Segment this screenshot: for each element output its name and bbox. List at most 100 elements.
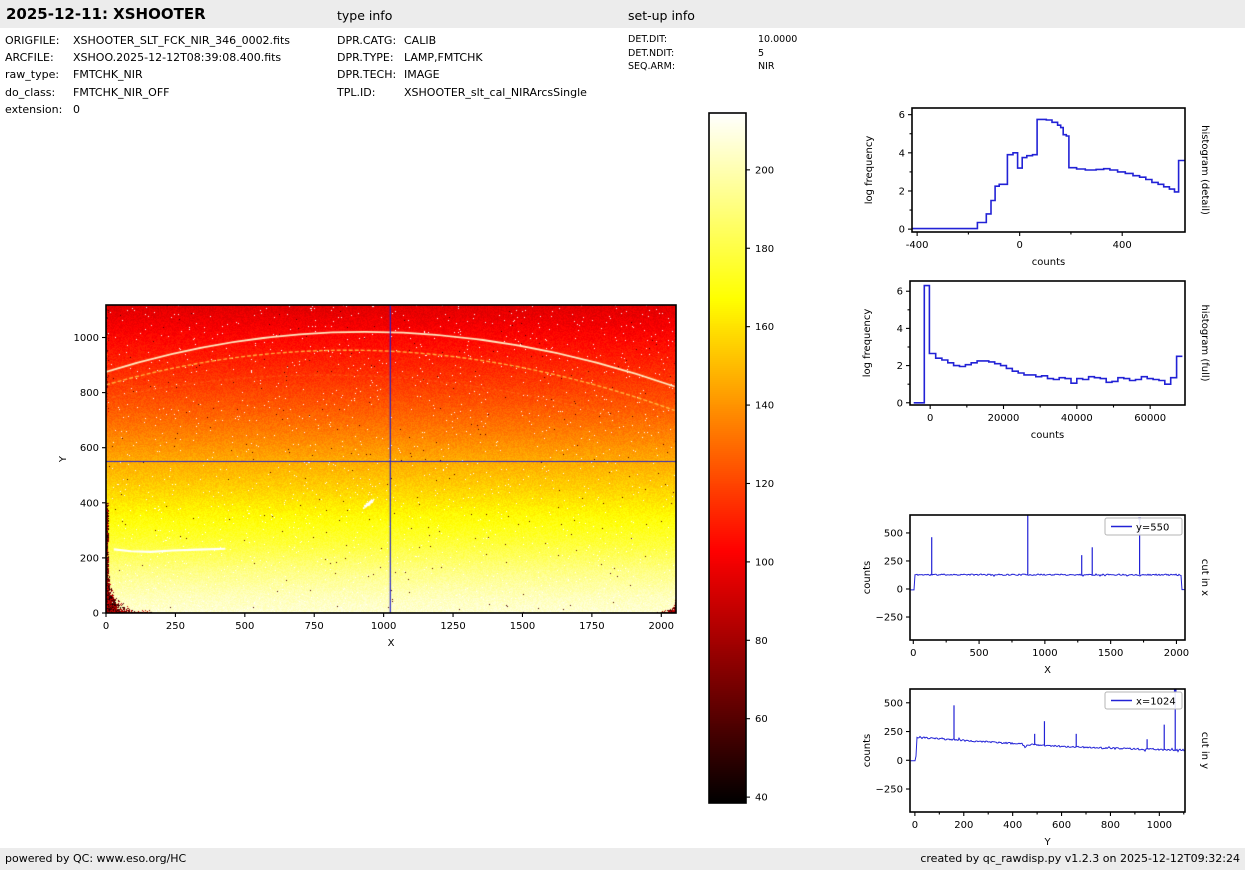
svg-text:250: 250 bbox=[166, 621, 185, 632]
meta-label: DPR.TYPE: bbox=[337, 49, 404, 66]
svg-text:counts: counts bbox=[862, 734, 873, 767]
svg-text:Y: Y bbox=[1043, 837, 1051, 848]
meta-value: IMAGE bbox=[404, 68, 440, 81]
meta-label: do_class: bbox=[5, 84, 73, 101]
svg-text:1000: 1000 bbox=[1147, 820, 1172, 831]
meta-value: 0 bbox=[73, 103, 80, 116]
svg-text:histogram (full): histogram (full) bbox=[1199, 304, 1210, 381]
colorbar-axes: 406080100120140160180200 bbox=[637, 99, 792, 851]
svg-text:1000: 1000 bbox=[371, 621, 396, 632]
meta-label: TPL.ID: bbox=[337, 84, 404, 101]
svg-text:y=550: y=550 bbox=[1136, 523, 1169, 534]
meta-label: SEQ.ARM: bbox=[628, 60, 758, 74]
svg-text:600: 600 bbox=[1052, 820, 1071, 831]
svg-text:cut in x: cut in x bbox=[1199, 559, 1210, 596]
svg-text:200: 200 bbox=[755, 165, 774, 176]
svg-text:40: 40 bbox=[755, 793, 768, 804]
svg-text:750: 750 bbox=[305, 621, 324, 632]
svg-text:counts: counts bbox=[862, 561, 873, 594]
svg-text:500: 500 bbox=[884, 698, 903, 709]
meta-label: DET.DIT: bbox=[628, 33, 758, 47]
svg-text:1000: 1000 bbox=[74, 333, 99, 344]
svg-text:0: 0 bbox=[897, 756, 903, 767]
svg-text:1500: 1500 bbox=[510, 621, 535, 632]
svg-text:40000: 40000 bbox=[1061, 413, 1093, 424]
svg-text:500: 500 bbox=[884, 528, 903, 539]
svg-text:800: 800 bbox=[80, 388, 99, 399]
svg-text:6: 6 bbox=[897, 287, 903, 298]
svg-text:400: 400 bbox=[1113, 240, 1132, 251]
svg-text:-400: -400 bbox=[906, 240, 929, 251]
svg-text:2000: 2000 bbox=[1164, 648, 1189, 659]
svg-text:2: 2 bbox=[899, 186, 905, 197]
qc-report-page: 2025-12-11: XSHOOTER type info set-up in… bbox=[0, 0, 1245, 870]
meta-value: XSHOOTER_slt_cal_NIRArcsSingle bbox=[404, 86, 587, 99]
setup-info-heading: set-up info bbox=[628, 8, 695, 23]
svg-text:6: 6 bbox=[899, 110, 905, 121]
svg-text:80: 80 bbox=[755, 636, 768, 647]
detector-image-axes: 0250500750100012501500175020000200400600… bbox=[34, 291, 722, 661]
meta-label: ARCFILE: bbox=[5, 49, 73, 66]
svg-text:500: 500 bbox=[235, 621, 254, 632]
svg-text:60000: 60000 bbox=[1134, 413, 1166, 424]
svg-text:200: 200 bbox=[954, 820, 973, 831]
meta-value: XSHOOTER_SLT_FCK_NIR_346_0002.fits bbox=[73, 34, 290, 47]
meta-value: 10.0000 bbox=[758, 34, 797, 45]
svg-text:400: 400 bbox=[80, 498, 99, 509]
svg-text:200: 200 bbox=[80, 553, 99, 564]
svg-text:2: 2 bbox=[897, 361, 903, 372]
svg-text:X: X bbox=[388, 638, 395, 649]
svg-text:1500: 1500 bbox=[1098, 648, 1123, 659]
svg-text:160: 160 bbox=[755, 322, 774, 333]
svg-text:0: 0 bbox=[897, 398, 903, 409]
footer-created-by: created by qc_rawdisp.py v1.2.3 on 2025-… bbox=[920, 852, 1240, 865]
svg-text:0: 0 bbox=[1016, 240, 1022, 251]
svg-text:1750: 1750 bbox=[579, 621, 604, 632]
svg-text:0: 0 bbox=[93, 609, 99, 620]
svg-text:cut in y: cut in y bbox=[1199, 732, 1210, 769]
meta-value: FMTCHK_NIR_OFF bbox=[73, 86, 170, 99]
meta-label: DPR.CATG: bbox=[337, 32, 404, 49]
svg-text:Y: Y bbox=[58, 455, 69, 463]
meta-label: raw_type: bbox=[5, 66, 73, 83]
svg-text:600: 600 bbox=[80, 443, 99, 454]
setup-info-block: DET.DIT:10.0000DET.NDIT:5SEQ.ARM:NIR bbox=[628, 33, 797, 74]
meta-label: DET.NDIT: bbox=[628, 47, 758, 61]
type-info-block: DPR.CATG:CALIBDPR.TYPE:LAMP,FMTCHKDPR.TE… bbox=[337, 32, 587, 101]
svg-text:log frequency: log frequency bbox=[864, 136, 875, 205]
histogram-detail-chart: -40004000246countslog frequencyhistogram… bbox=[840, 94, 1231, 280]
svg-text:0: 0 bbox=[103, 621, 109, 632]
cut-in-y-chart: 02004006008001000−2500250500Ycountscut i… bbox=[838, 675, 1231, 860]
svg-text:−250: −250 bbox=[876, 785, 903, 796]
svg-text:180: 180 bbox=[755, 244, 774, 255]
svg-text:1250: 1250 bbox=[440, 621, 465, 632]
meta-value: XSHOO.2025-12-12T08:39:08.400.fits bbox=[73, 51, 281, 64]
cut-in-x-chart: 0500100015002000−2500250500Xcountscut in… bbox=[838, 501, 1231, 688]
svg-text:0: 0 bbox=[927, 413, 933, 424]
svg-text:800: 800 bbox=[1101, 820, 1120, 831]
svg-text:4: 4 bbox=[899, 148, 905, 159]
meta-value: NIR bbox=[758, 61, 775, 72]
meta-value: LAMP,FMTCHK bbox=[404, 51, 483, 64]
svg-text:20000: 20000 bbox=[988, 413, 1020, 424]
meta-value: FMTCHK_NIR bbox=[73, 68, 143, 81]
svg-text:counts: counts bbox=[1031, 430, 1064, 441]
svg-text:x=1024: x=1024 bbox=[1136, 697, 1176, 708]
page-title: 2025-12-11: XSHOOTER bbox=[6, 5, 206, 23]
file-info-block: ORIGFILE:XSHOOTER_SLT_FCK_NIR_346_0002.f… bbox=[5, 32, 290, 118]
svg-text:500: 500 bbox=[970, 648, 989, 659]
svg-text:histogram (detail): histogram (detail) bbox=[1199, 125, 1210, 215]
svg-text:140: 140 bbox=[755, 401, 774, 412]
meta-value: CALIB bbox=[404, 34, 436, 47]
svg-text:100: 100 bbox=[755, 557, 774, 568]
svg-text:60: 60 bbox=[755, 714, 768, 725]
meta-label: DPR.TECH: bbox=[337, 66, 404, 83]
svg-text:250: 250 bbox=[884, 727, 903, 738]
histogram-full-chart: 0 20000 40000 60000 0 2 4 6 counts log frequency h… bbox=[838, 267, 1231, 453]
meta-value: 5 bbox=[758, 48, 764, 59]
svg-text:log frequency: log frequency bbox=[862, 309, 873, 378]
svg-text:1000: 1000 bbox=[1032, 648, 1057, 659]
footer-powered-by: powered by QC: www.eso.org/HC bbox=[5, 852, 186, 865]
svg-text:4: 4 bbox=[897, 324, 903, 335]
svg-text:0: 0 bbox=[910, 648, 916, 659]
